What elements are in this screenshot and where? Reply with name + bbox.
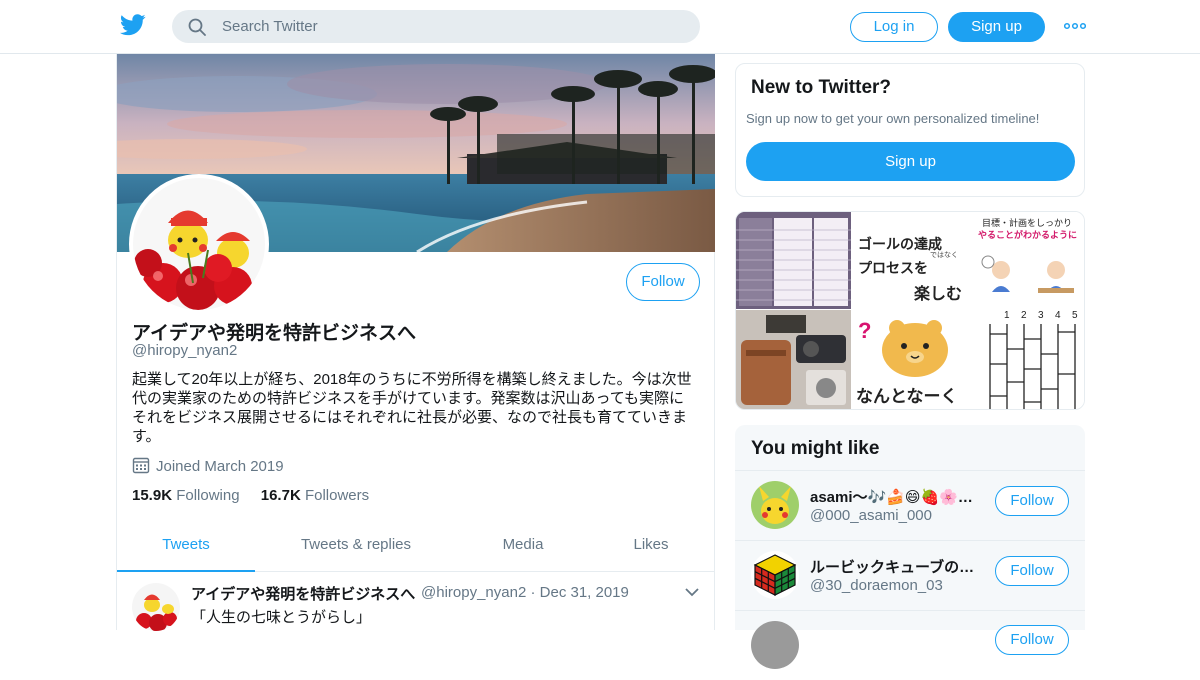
- suggested-avatar[interactable]: [751, 551, 799, 599]
- followers-count[interactable]: 16.7K: [261, 487, 301, 504]
- calendar-icon: [132, 457, 150, 474]
- new-to-twitter-card: New to Twitter? Sign up now to get your …: [735, 63, 1085, 197]
- search-input[interactable]: Search Twitter: [222, 18, 318, 35]
- profile-name: アイデアや発明を特許ビジネスへ: [132, 323, 417, 344]
- ladder-number: 3: [1038, 310, 1044, 321]
- card-signup-button[interactable]: Sign up: [746, 142, 1075, 181]
- tweet-separator: ·: [530, 584, 536, 601]
- ladder-number: 4: [1055, 310, 1061, 321]
- tab-tweets-replies[interactable]: Tweets & replies: [277, 520, 435, 572]
- media-thumb-5[interactable]: ? なんとなーく: [852, 310, 975, 409]
- suggested-account[interactable]: asami〜🎶🍰😄🍓🌸… @000_asami_000 Follow: [735, 470, 1085, 540]
- follow-button[interactable]: Follow: [626, 263, 700, 301]
- goal-text-small: ではなく: [930, 252, 958, 259]
- svg-text:?: ?: [858, 318, 871, 343]
- profile-joined: Joined March 2019: [132, 456, 284, 475]
- more-dots-icon[interactable]: [1064, 18, 1086, 34]
- tweet-meta: @hiropy_nyan2 · Dec 31, 2019: [421, 584, 629, 601]
- goal-text-line-2: プロセスを: [858, 260, 928, 276]
- suggested-avatar[interactable]: [751, 481, 799, 529]
- signup-button[interactable]: Sign up: [948, 12, 1045, 42]
- tweet-author-name[interactable]: アイデアや発明を特許ビジネスへ: [191, 583, 415, 604]
- ladder-number: 5: [1072, 310, 1078, 321]
- tweet-handle[interactable]: @hiropy_nyan2: [421, 584, 526, 601]
- search-icon: [188, 18, 206, 36]
- login-button[interactable]: Log in: [850, 12, 938, 42]
- profile-avatar[interactable]: [129, 174, 269, 314]
- suggested-name[interactable]: asami〜🎶🍰😄🍓🌸…: [810, 486, 985, 507]
- media-thumb-4[interactable]: [736, 310, 851, 409]
- media-thumb-1[interactable]: [736, 212, 851, 309]
- top-navigation-bar: Search Twitter Log in Sign up: [0, 0, 1200, 54]
- media-grid: ゴールの達成 ではなく プロセスを 楽しむ 目標・計画をしっかり やることがわか…: [735, 211, 1085, 410]
- tweet-date[interactable]: Dec 31, 2019: [540, 584, 629, 601]
- tweet-text: 「人生の七味とうがらし」: [191, 609, 372, 626]
- tweet-avatar[interactable]: [132, 583, 180, 631]
- chevron-down-icon[interactable]: [685, 587, 699, 597]
- following-count[interactable]: 15.9K: [132, 487, 172, 504]
- goal-text-line-3: 楽しむ: [914, 286, 963, 303]
- media-thumb-6[interactable]: 1 2 3 4 5: [976, 310, 1084, 409]
- profile-column: Follow アイデアや発明を特許ビジネスへ @hiropy_nyan2 起業し…: [116, 54, 715, 633]
- tab-media[interactable]: Media: [487, 520, 559, 572]
- ladder-numbers: 1 2 3 4 5: [976, 310, 1084, 324]
- profile-bio: 起業して20年以上が経ち、2018年のうちに不労所得を構築し終えました。今は次世…: [132, 371, 692, 445]
- following-label[interactable]: Following: [176, 487, 239, 504]
- profile-stats: 15.9K Following 16.7K Followers: [132, 487, 386, 504]
- profile-tabs: Tweets Tweets & replies Media Likes: [117, 520, 715, 572]
- you-might-like-panel: You might like asami〜🎶🍰😄🍓🌸… @000_asami_0…: [735, 425, 1085, 669]
- plan-text-line-2: やることがわかるように: [978, 230, 1078, 240]
- tab-tweets[interactable]: Tweets: [117, 520, 255, 572]
- suggested-handle[interactable]: @30_doraemon_03: [810, 577, 943, 594]
- followers-label[interactable]: Followers: [305, 487, 369, 504]
- suggested-follow-button[interactable]: Follow: [995, 556, 1069, 586]
- suggested-name[interactable]: ルービックキューブの…: [810, 556, 985, 577]
- media-thumb-3[interactable]: 目標・計画をしっかり やることがわかるように: [976, 212, 1084, 309]
- media-thumb-2[interactable]: ゴールの達成 ではなく プロセスを 楽しむ: [852, 212, 975, 309]
- suggested-account[interactable]: ルービックキューブの… @30_doraemon_03 Follow: [735, 540, 1085, 610]
- tab-likes[interactable]: Likes: [617, 520, 685, 572]
- new-to-twitter-subtitle: Sign up now to get your own personalized…: [746, 111, 1040, 126]
- ladder-number: 2: [1021, 310, 1027, 321]
- you-might-like-title: You might like: [751, 438, 880, 459]
- tweet-item[interactable]: アイデアや発明を特許ビジネスへ @hiropy_nyan2 · Dec 31, …: [117, 573, 715, 633]
- new-to-twitter-title: New to Twitter?: [751, 77, 892, 98]
- bear-text: なんとなーく: [856, 387, 958, 406]
- suggested-follow-button[interactable]: Follow: [995, 486, 1069, 516]
- search-bar[interactable]: Search Twitter: [172, 10, 700, 43]
- suggested-account[interactable]: Follow: [735, 610, 1085, 680]
- suggested-handle[interactable]: @000_asami_000: [810, 507, 932, 524]
- profile-handle: @hiropy_nyan2: [132, 342, 238, 359]
- twitter-bird-icon[interactable]: [120, 14, 146, 36]
- joined-text: Joined March 2019: [156, 458, 284, 475]
- suggested-avatar[interactable]: [751, 621, 799, 669]
- ladder-number: 1: [1004, 310, 1010, 321]
